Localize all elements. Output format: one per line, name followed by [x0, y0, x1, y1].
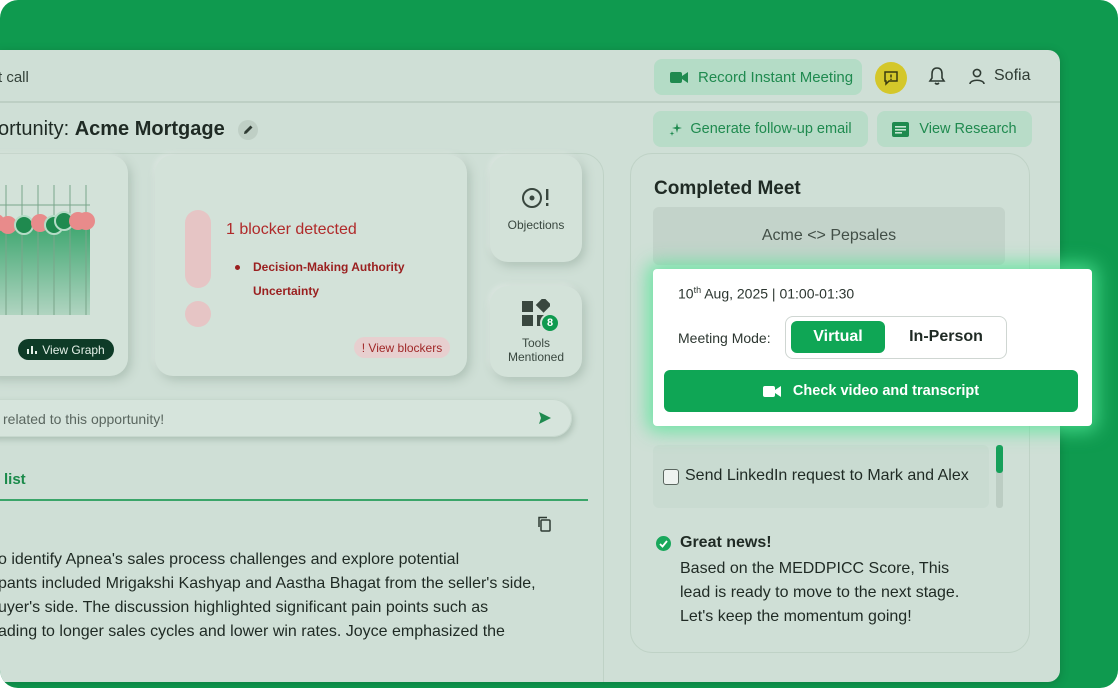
task-checkbox[interactable] — [663, 469, 679, 485]
view-blockers-button[interactable]: ! View blockers — [354, 337, 450, 358]
meeting-mode-label: Meeting Mode: — [678, 330, 771, 346]
task-label: Send LinkedIn request to Mark and Alex — [685, 467, 969, 484]
research-label: View Research — [919, 121, 1017, 137]
opportunity-name: Acme Mortgage — [74, 118, 225, 140]
view-research-button[interactable]: View Research — [877, 111, 1032, 147]
date-day: 10 — [678, 285, 694, 302]
objection-target-icon — [522, 187, 549, 208]
chat-button[interactable] — [875, 62, 907, 94]
score-graph-thumbnail — [0, 185, 95, 315]
tab-list[interactable]: list — [4, 471, 26, 488]
checkmark-icon — [659, 539, 668, 548]
view-graph-label: View Graph — [42, 342, 105, 357]
blocker-item: Decision-Making Authority Uncertainty — [233, 255, 453, 303]
edit-opportunity-button[interactable] — [238, 119, 259, 140]
meeting-mode-toggle: Virtual In-Person — [785, 316, 1007, 359]
record-label: Record Instant Meeting — [698, 68, 854, 86]
page-title-fragment: t call — [0, 69, 29, 86]
record-instant-meeting-button[interactable]: Record Instant Meeting — [654, 59, 862, 95]
top-bar: t call Record Instant Meeting Sofia — [0, 50, 1060, 103]
pencil-icon — [243, 125, 253, 135]
sparkle-icon — [669, 122, 683, 136]
bell-icon — [928, 67, 946, 85]
tools-icon-wrap: 8 — [516, 299, 560, 333]
summary-line: o identify Apnea's sales process challen… — [0, 551, 460, 568]
check-video-label: Check video and transcript — [792, 383, 980, 399]
copy-icon[interactable] — [537, 516, 551, 532]
summary-line: ading to longer sales cycles and lower w… — [0, 623, 505, 640]
video-camera-icon — [670, 71, 688, 83]
summary-line: uyer's side. The discussion highlighted … — [0, 599, 489, 616]
mode-virtual-option[interactable]: Virtual — [791, 321, 885, 353]
tools-label: Tools Mentioned — [507, 336, 565, 364]
meeting-date: 10th Aug, 2025 | 01:00-01:30 — [678, 285, 854, 302]
ask-placeholder: related to this opportunity! — [3, 411, 165, 427]
meeting-summary: o identify Apnea's sales process challen… — [0, 548, 598, 644]
notifications-button[interactable] — [928, 66, 946, 91]
meeting-name[interactable]: Acme <> Pepsales — [653, 207, 1005, 265]
video-camera-icon — [762, 385, 781, 397]
tab-underline — [0, 499, 588, 501]
exclamation-bar-icon — [185, 210, 211, 288]
objections-label: Objections — [507, 217, 565, 232]
meeting-details-card: 10th Aug, 2025 | 01:00-01:30 Meeting Mod… — [653, 269, 1092, 426]
user-name: Sofia — [994, 67, 1031, 84]
user-menu[interactable]: Sofia — [968, 67, 1030, 85]
check-video-transcript-button[interactable]: Check video and transcript — [664, 370, 1078, 412]
summary-line: pants included Mrigakshi Kashyap and Aas… — [0, 575, 536, 592]
check-circle-icon — [656, 536, 671, 551]
chat-bubble-icon — [884, 71, 898, 86]
blocker-count-title: 1 blocker detected — [226, 221, 357, 238]
objections-card[interactable]: Objections — [490, 155, 582, 262]
ask-input[interactable]: related to this opportunity! — [0, 399, 572, 437]
opportunity-title: ortunity: Acme Mortgage — [0, 118, 259, 141]
tools-count-badge: 8 — [540, 313, 560, 333]
opportunity-prefix: ortunity: — [0, 118, 75, 140]
exclamation-dot-icon — [185, 301, 211, 327]
mode-in-person-option[interactable]: In-Person — [891, 321, 1001, 353]
task-scrollbar-thumb[interactable] — [996, 445, 1003, 473]
news-title: Great news! — [680, 534, 772, 551]
completed-meet-title: Completed Meet — [654, 178, 801, 199]
date-rest: Aug, 2025 | 01:00-01:30 — [701, 285, 855, 302]
generate-follow-up-email-button[interactable]: Generate follow-up email — [653, 111, 868, 147]
tools-mentioned-card[interactable]: 8 Tools Mentioned — [490, 286, 582, 377]
user-icon — [969, 68, 985, 85]
bar-chart-icon — [27, 346, 38, 354]
document-icon — [892, 121, 910, 137]
send-icon[interactable] — [538, 411, 552, 425]
date-suffix: th — [693, 285, 702, 295]
task-item: Send LinkedIn request to Mark and Alex — [653, 445, 989, 508]
green-backdrop: t call Record Instant Meeting Sofia ortu… — [0, 0, 1118, 688]
view-graph-button[interactable]: View Graph — [18, 339, 114, 360]
generate-label: Generate follow-up email — [690, 121, 852, 137]
news-body: Based on the MEDDPICC Score, This lead i… — [680, 560, 960, 625]
